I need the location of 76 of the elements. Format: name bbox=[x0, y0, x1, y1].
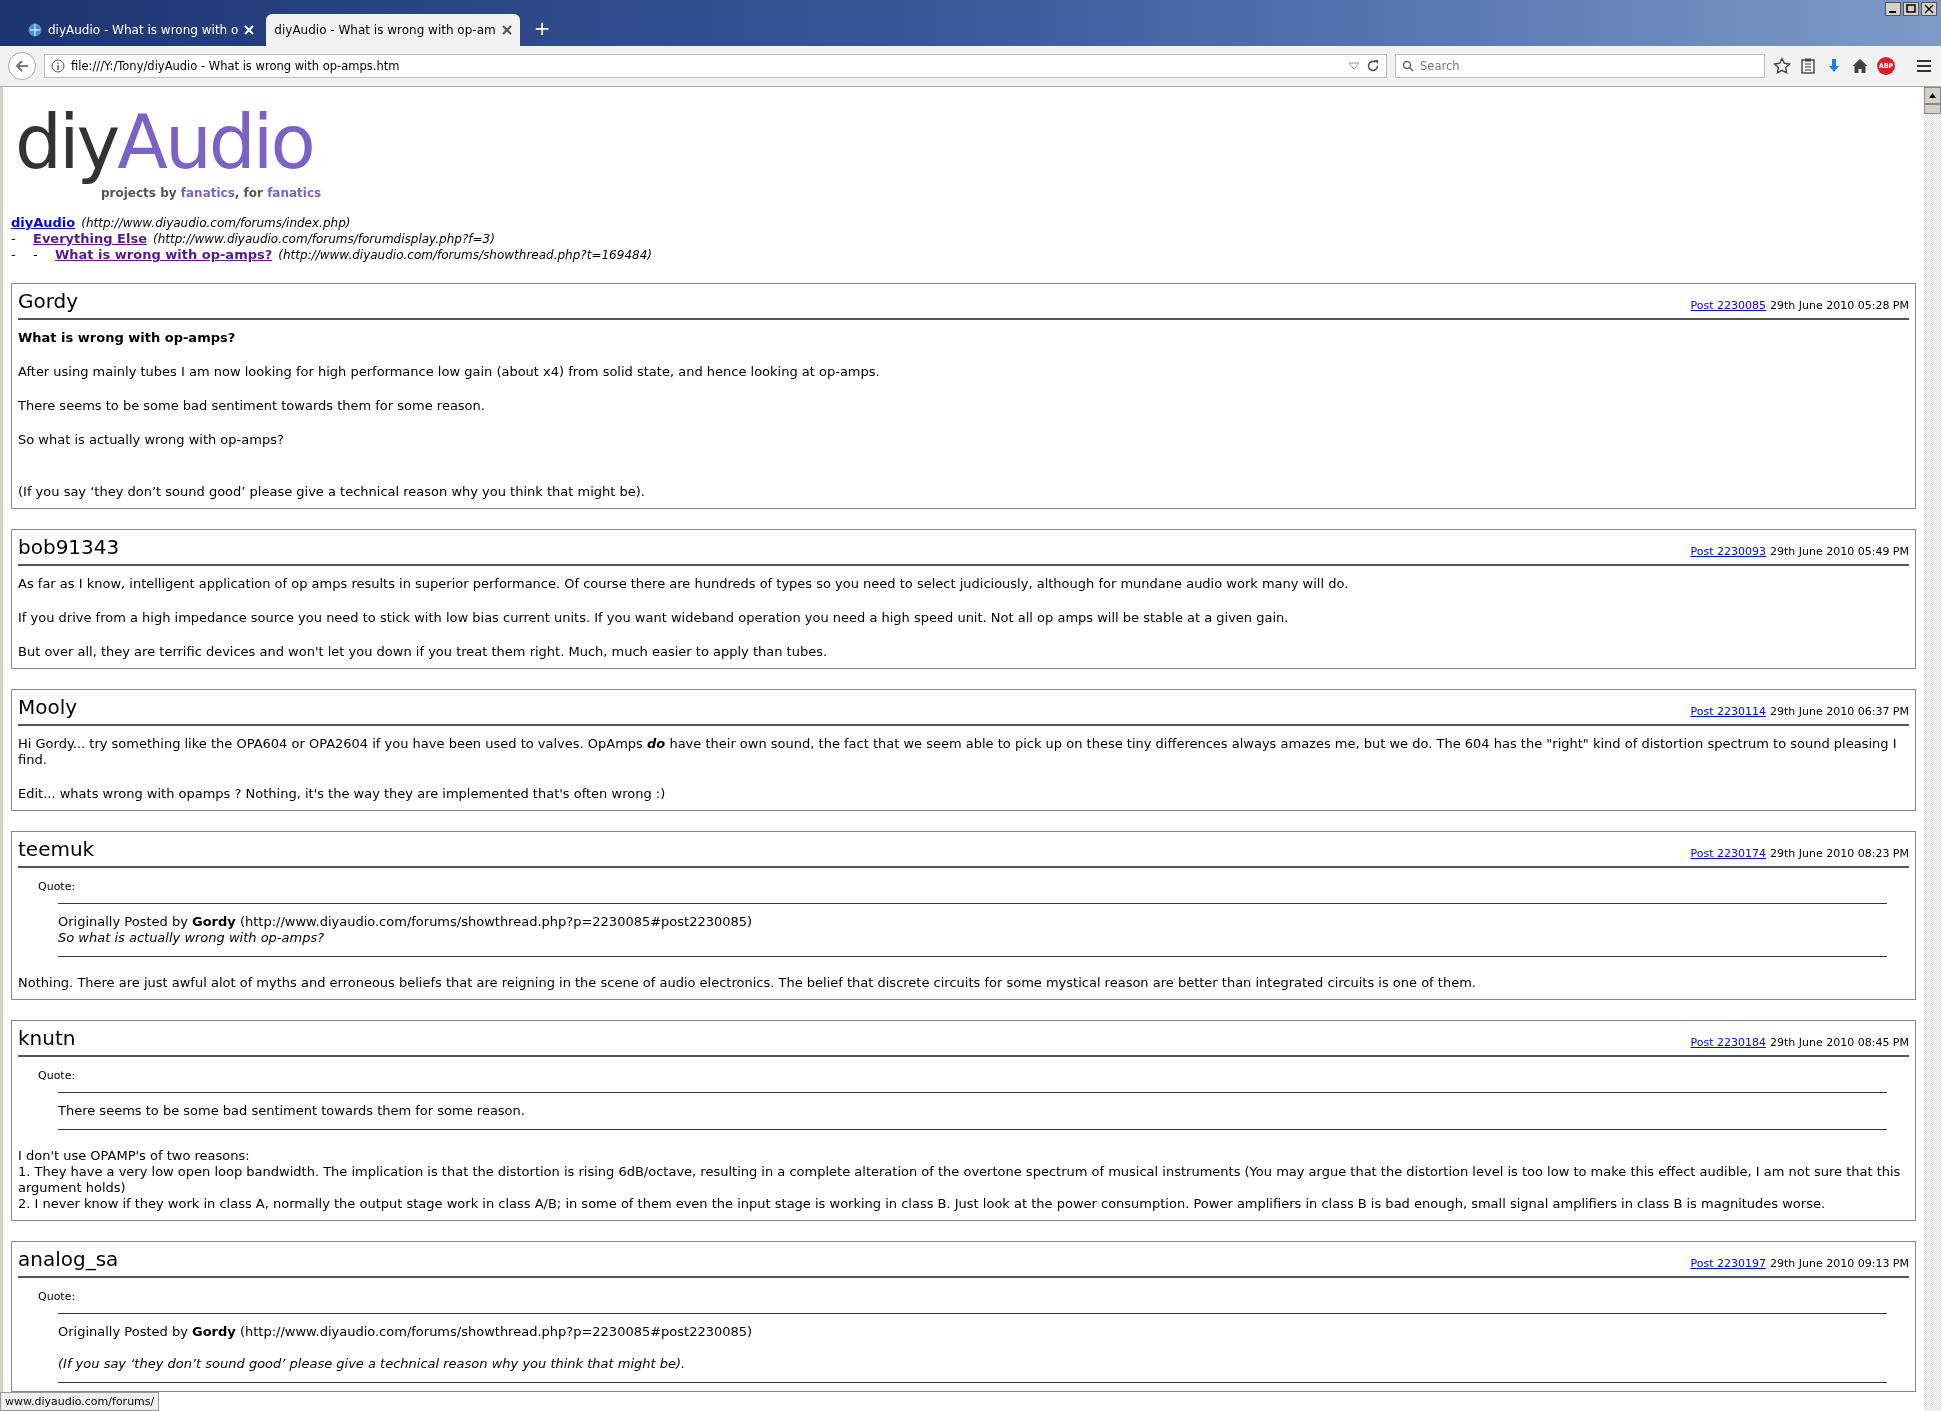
globe-icon bbox=[28, 23, 42, 37]
quote-attribution: Originally Posted by Gordy (http://www.diyaudio.com/forums/showthread.php?p=2230085#post2230085) bbox=[58, 914, 754, 930]
breadcrumb-url: (http://www.diyaudio.com/forums/index.php) bbox=[81, 215, 351, 231]
post-date: 29th June 2010 08:23 PM bbox=[1769, 846, 1909, 862]
search-field[interactable]: Search bbox=[1395, 54, 1765, 78]
scroll-thumb[interactable] bbox=[1924, 104, 1941, 114]
new-tab-button[interactable]: + bbox=[523, 16, 561, 46]
maximize-icon[interactable] bbox=[1903, 2, 1919, 16]
quote-text: (If you say ‘they don’t sound good’ please give a technical reason why you think that might be). bbox=[58, 1356, 687, 1372]
quote-label: Quote: bbox=[38, 879, 76, 895]
post-date: 29th June 2010 05:49 PM bbox=[1769, 544, 1909, 560]
post-text: I don't use OPAMP's of two reasons: bbox=[18, 1148, 251, 1164]
dropdown-icon[interactable] bbox=[1348, 62, 1360, 70]
browser-tab[interactable]: diyAudio - What is wrong with op-am bbox=[266, 14, 520, 46]
breadcrumb-link[interactable]: Everything Else bbox=[33, 231, 147, 247]
post-date: 29th June 2010 08:45 PM bbox=[1769, 1035, 1909, 1051]
dash: - bbox=[33, 247, 39, 263]
scrollbar[interactable] bbox=[1924, 87, 1941, 1411]
post-text: Nothing. There are just awful alot of myths and erroneous beliefs that are reigning in the scene of audio electronics. The belief that discrete circuits for some mystical reason are better than integrated circuits is one of them. bbox=[18, 975, 1477, 991]
post-text: (If you say ‘they don’t sound good’ please give a technical reason why you think that might be). bbox=[18, 484, 646, 500]
post-text: Hi Gordy... try something like the OPA604 or OPA2604 if you have been used to valves. OpAmps do have their own sound, the fact that we seem able to pick up on these tiny differences always amazes me, but we do. The 604 has the "right" kind of distortion spectrum to sound pleasing I find. bbox=[18, 736, 1898, 768]
post-title: What is wrong with op-amps? bbox=[18, 330, 237, 346]
post-link[interactable]: Post 2230085 bbox=[1690, 298, 1766, 314]
post-link[interactable]: Post 2230174 bbox=[1690, 846, 1766, 862]
address-bar[interactable]: file:///Y:/Tony/diyAudio - What is wrong with op-amps.htm bbox=[44, 54, 1387, 78]
back-button[interactable] bbox=[8, 52, 36, 80]
breadcrumb-link[interactable]: What is wrong with op-amps? bbox=[55, 247, 273, 263]
minimize-icon[interactable] bbox=[1885, 2, 1901, 16]
post-author: Gordy bbox=[18, 288, 79, 314]
post-text: 2. I never know if they work in class A, normally the output stage work in class A/B; in some of them even the input stage is working in class B. Just look at the power consumption. Power amplifiers in class B is bad enough, small signal amplifiers in class B is magnitudes worse. bbox=[18, 1196, 1827, 1212]
search-icon bbox=[1402, 60, 1414, 72]
star-icon[interactable] bbox=[1773, 57, 1791, 75]
quote-text: There seems to be some bad sentiment towards them for some reason. bbox=[58, 1103, 526, 1119]
post-text: Edit... whats wrong with opamps ? Nothing, it's the way they are implemented that's often wrong :) bbox=[18, 786, 667, 802]
post-link[interactable]: Post 2230184 bbox=[1690, 1035, 1766, 1051]
clipboard-icon[interactable] bbox=[1799, 57, 1817, 75]
status-bar: www.diyaudio.com/forums/ bbox=[0, 1392, 160, 1411]
post-text: If you drive from a high impedance source you need to stick with low bias current units. If you want wideband operation you need a high speed unit. Not all op amps will be stable at a given gain. bbox=[18, 610, 1290, 626]
post-date: 29th June 2010 05:28 PM bbox=[1769, 298, 1909, 314]
post-author: Mooly bbox=[18, 694, 78, 720]
post-link[interactable]: Post 2230093 bbox=[1690, 544, 1766, 560]
post-date: 29th June 2010 09:13 PM bbox=[1769, 1256, 1909, 1272]
quote-text: So what is actually wrong with op-amps? bbox=[58, 930, 326, 946]
post-text: After using mainly tubes I am now looking for high performance low gain (about x4) from solid state, and hence looking at op-amps. bbox=[18, 364, 881, 380]
browser-tab[interactable]: diyAudio - What is wrong with o bbox=[20, 14, 263, 46]
post-link[interactable]: Post 2230114 bbox=[1690, 704, 1766, 720]
menu-icon[interactable] bbox=[1915, 57, 1933, 75]
post-author: bob91343 bbox=[18, 534, 120, 560]
post-author: teemuk bbox=[18, 836, 95, 862]
info-icon[interactable] bbox=[51, 59, 65, 73]
address-text: file:///Y:/Tony/diyAudio - What is wrong with op-amps.htm bbox=[71, 59, 401, 73]
breadcrumb-link[interactable]: diyAudio bbox=[11, 215, 76, 231]
post-text: 1. They have a very low open loop bandwidth. The implication is that the distortion is rising 6dB/octave, resulting in a complete alteration of the overtone spectrum of musical instruments (You may argue that the distortion level is too low to make this effect audible, I am not sure that this argument holds) bbox=[18, 1164, 1902, 1196]
scroll-up-button[interactable] bbox=[1924, 87, 1941, 104]
post-text: But over all, they are terrific devices and won't let you down if you treat them right. Much, much easier to apply than tubes. bbox=[18, 644, 829, 660]
post-text: There seems to be some bad sentiment towards them for some reason. bbox=[18, 398, 486, 414]
post-text: So what is actually wrong with op-amps? bbox=[18, 432, 285, 448]
reload-icon[interactable] bbox=[1366, 59, 1380, 73]
post-date: 29th June 2010 06:37 PM bbox=[1769, 704, 1909, 720]
quote-label: Quote: bbox=[38, 1068, 76, 1084]
quote-label: Quote: bbox=[38, 1289, 76, 1305]
back-arrow-icon bbox=[15, 59, 29, 73]
home-icon[interactable] bbox=[1851, 57, 1869, 75]
breadcrumb-url: (http://www.diyaudio.com/forums/showthread.php?t=169484) bbox=[278, 247, 652, 263]
post-link[interactable]: Post 2230197 bbox=[1690, 1256, 1766, 1272]
close-icon[interactable] bbox=[501, 25, 512, 35]
post-author: knutn bbox=[18, 1025, 76, 1051]
dash: - bbox=[11, 247, 17, 263]
quote-attribution: Originally Posted by Gordy (http://www.diyaudio.com/forums/showthread.php?p=2230085#post2230085) bbox=[58, 1324, 754, 1340]
site-logo: diyAudio bbox=[15, 99, 313, 185]
breadcrumb-url: (http://www.diyaudio.com/forums/forumdisplay.php?f=3) bbox=[152, 231, 495, 247]
dash: - bbox=[11, 231, 17, 247]
post-author: analog_sa bbox=[18, 1246, 119, 1272]
post-text: As far as I know, intelligent application of op amps results in superior performance. Of course there are hundreds of types so you need to select judiciously, although for mundane audio work many will do. bbox=[18, 576, 1350, 592]
close-icon[interactable] bbox=[1921, 2, 1937, 16]
logo-tagline: projects by fanatics, for fanatics bbox=[101, 185, 322, 201]
